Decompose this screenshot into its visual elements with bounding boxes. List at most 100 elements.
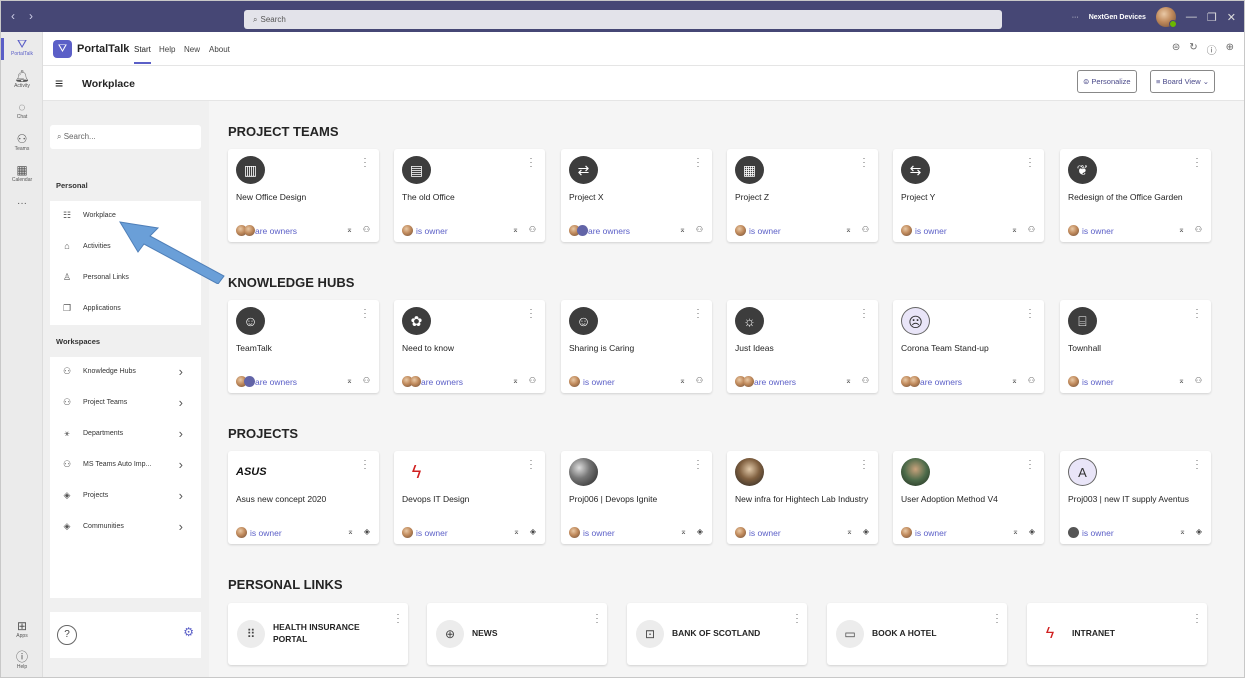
tab-help[interactable]: Help: [159, 45, 175, 54]
more-options-button[interactable]: ···: [1072, 14, 1079, 21]
tab-about[interactable]: About: [209, 45, 230, 54]
card-menu-icon[interactable]: · · ·: [529, 456, 533, 473]
card-townhall[interactable]: ⌸ · · · Townhall is owner ⌅ ⚇: [1060, 300, 1211, 393]
card-project-x[interactable]: ⇄ · · · Project X are owners ⌅ ⚇: [561, 149, 712, 242]
link-health-insurance-portal[interactable]: ⠿ HEALTH INSURANCE PORTAL · · ·: [228, 603, 408, 665]
card-menu-icon[interactable]: · · ·: [696, 154, 700, 171]
collapse-icon[interactable]: ⌅: [1012, 527, 1019, 536]
card-menu-icon[interactable]: · · ·: [1028, 154, 1032, 171]
collapse-icon[interactable]: ⌅: [346, 376, 353, 385]
board-view-button[interactable]: ≡ Board View ⌄: [1150, 70, 1216, 93]
collapse-icon[interactable]: ⌅: [845, 376, 852, 385]
personalize-button[interactable]: ⊜ Personalize: [1077, 70, 1137, 93]
teams-icon[interactable]: ⚇: [696, 376, 703, 385]
rail-item-portaltalk[interactable]: ⛛ PortalTalk: [1, 38, 43, 60]
rail-item-help[interactable]: ⓘ Help: [1, 651, 43, 670]
tab-start[interactable]: Start: [134, 45, 151, 64]
hamburger-menu-icon[interactable]: ≡: [55, 76, 63, 90]
user-avatar[interactable]: [1155, 7, 1177, 28]
collapse-icon[interactable]: ⌅: [679, 225, 686, 234]
card-menu-icon[interactable]: · · ·: [1028, 305, 1032, 322]
maximize-button[interactable]: ❐: [1207, 11, 1217, 24]
info-icon[interactable]: ⓘ: [1207, 42, 1217, 57]
project-icon[interactable]: ◈: [1196, 527, 1202, 536]
card-menu-icon[interactable]: · · ·: [363, 154, 367, 171]
collapse-icon[interactable]: ⌅: [513, 527, 520, 536]
card-devops-it-design[interactable]: ϟ · · · Devops IT Design is owner ⌅ ◈: [394, 451, 545, 544]
project-icon[interactable]: ◈: [863, 527, 869, 536]
card-redesign-office-garden[interactable]: ❦ · · · Redesign of the Office Garden is o…: [1060, 149, 1211, 242]
sidebar-item-project-teams[interactable]: ⚇ Project Teams ›: [50, 388, 201, 419]
card-menu-icon[interactable]: · · ·: [696, 305, 700, 322]
card-menu-icon[interactable]: · · ·: [529, 154, 533, 171]
card-proj006-devops-ignite[interactable]: · · · Proj006 | Devops Ignite is owner ⌅ ◈: [561, 451, 712, 544]
card-menu-icon[interactable]: · · ·: [995, 610, 999, 627]
card-just-ideas[interactable]: ☼ · · · Just Ideas are owners ⌅ ⚇: [727, 300, 878, 393]
link-book-a-hotel[interactable]: ▭ BOOK A HOTEL · · ·: [827, 603, 1007, 665]
forward-button[interactable]: ›: [29, 9, 33, 23]
collapse-icon[interactable]: ⌅: [679, 376, 686, 385]
card-menu-icon[interactable]: · · ·: [795, 610, 799, 627]
refresh-icon[interactable]: ↻: [1189, 42, 1197, 57]
card-menu-icon[interactable]: · · ·: [1195, 456, 1199, 473]
card-menu-icon[interactable]: · · ·: [1195, 154, 1199, 171]
sidebar-item-departments[interactable]: ⚹ Departments ›: [50, 419, 201, 450]
project-icon[interactable]: ◈: [1029, 527, 1035, 536]
link-bank-of-scotland[interactable]: ⊡ BANK OF SCOTLAND · · ·: [627, 603, 807, 665]
close-button[interactable]: ✕: [1227, 11, 1236, 24]
sidebar-item-ms-teams-auto-import[interactable]: ⚇ MS Teams Auto Imp... ›: [50, 450, 201, 481]
collapse-icon[interactable]: ⌅: [1178, 376, 1185, 385]
org-name[interactable]: NextGen Devices: [1089, 14, 1146, 21]
teams-icon[interactable]: ⚇: [529, 225, 536, 234]
sidebar-item-projects[interactable]: ◈ Projects ›: [50, 481, 201, 512]
card-menu-icon[interactable]: · · ·: [862, 456, 866, 473]
gear-icon[interactable]: ⚙: [183, 625, 194, 639]
card-teamtalk[interactable]: ☺ · · · TeamTalk are owners ⌅ ⚇: [228, 300, 379, 393]
card-menu-icon[interactable]: · · ·: [1195, 305, 1199, 322]
rail-item-calendar[interactable]: ▦ Calendar: [1, 164, 43, 183]
collapse-icon[interactable]: ⌅: [680, 527, 687, 536]
card-need-to-know[interactable]: ✿ · · · Need to know are owners ⌅ ⚇: [394, 300, 545, 393]
collapse-icon[interactable]: ⌅: [846, 527, 853, 536]
card-project-y[interactable]: ⇆ · · · Project Y is owner ⌅ ⚇: [893, 149, 1044, 242]
card-sharing-is-caring[interactable]: ☺ · · · Sharing is Caring is owner ⌅ ⚇: [561, 300, 712, 393]
sidebar-item-applications[interactable]: ❐ Applications: [50, 294, 201, 325]
card-menu-icon[interactable]: · · ·: [529, 305, 533, 322]
teams-icon[interactable]: ⚇: [1195, 376, 1202, 385]
teams-icon[interactable]: ⚇: [1195, 225, 1202, 234]
collapse-icon[interactable]: ⌅: [1179, 527, 1186, 536]
card-the-old-office[interactable]: ▤ · · · The old Office is owner ⌅ ⚇: [394, 149, 545, 242]
card-menu-icon[interactable]: · · ·: [396, 610, 400, 627]
search-bar[interactable]: ⌕ Search: [244, 10, 1002, 29]
collapse-icon[interactable]: ⌅: [346, 225, 353, 234]
card-menu-icon[interactable]: · · ·: [862, 305, 866, 322]
card-asus-new-concept[interactable]: ASUS · · · Asus new concept 2020 is owner …: [228, 451, 379, 544]
sidebar-item-knowledge-hubs[interactable]: ⚇ Knowledge Hubs ›: [50, 357, 201, 388]
link-intranet[interactable]: ϟ INTRANET · · ·: [1027, 603, 1207, 665]
project-icon[interactable]: ◈: [364, 527, 370, 536]
teams-icon[interactable]: ⚇: [363, 225, 370, 234]
project-icon[interactable]: ◈: [697, 527, 703, 536]
sidebar-search-input[interactable]: ⌕ Search...: [50, 125, 201, 149]
tab-new[interactable]: New: [184, 45, 200, 54]
card-new-office-design[interactable]: ▥ · · · New Office Design are owners ⌅ ⚇: [228, 149, 379, 242]
card-menu-icon[interactable]: · · ·: [696, 456, 700, 473]
card-menu-icon[interactable]: · · ·: [862, 154, 866, 171]
card-project-z[interactable]: ▦ · · · Project Z is owner ⌅ ⚇: [727, 149, 878, 242]
card-new-infra-hightech-lab[interactable]: · · · New infra for Hightech Lab Industry …: [727, 451, 878, 544]
card-proj003-aventus[interactable]: A · · · Proj003 | new IT supply Aventus is…: [1060, 451, 1211, 544]
collapse-icon[interactable]: ⌅: [512, 376, 519, 385]
card-menu-icon[interactable]: · · ·: [363, 305, 367, 322]
card-menu-icon[interactable]: · · ·: [1195, 610, 1199, 627]
teams-icon[interactable]: ⚇: [363, 376, 370, 385]
back-button[interactable]: ‹: [11, 9, 15, 23]
card-menu-icon[interactable]: · · ·: [363, 456, 367, 473]
teams-icon[interactable]: ⚇: [862, 376, 869, 385]
teams-icon[interactable]: ⚇: [696, 225, 703, 234]
card-user-adoption-method[interactable]: · · · User Adoption Method V4 is owner ⌅ ◈: [893, 451, 1044, 544]
globe-icon[interactable]: ⊕: [1226, 42, 1234, 57]
rail-item-activity[interactable]: 🔔︎ Activity: [1, 70, 43, 89]
teams-icon[interactable]: ⚇: [529, 376, 536, 385]
rail-item-chat[interactable]: ◌ Chat: [1, 101, 43, 120]
card-menu-icon[interactable]: · · ·: [595, 610, 599, 627]
